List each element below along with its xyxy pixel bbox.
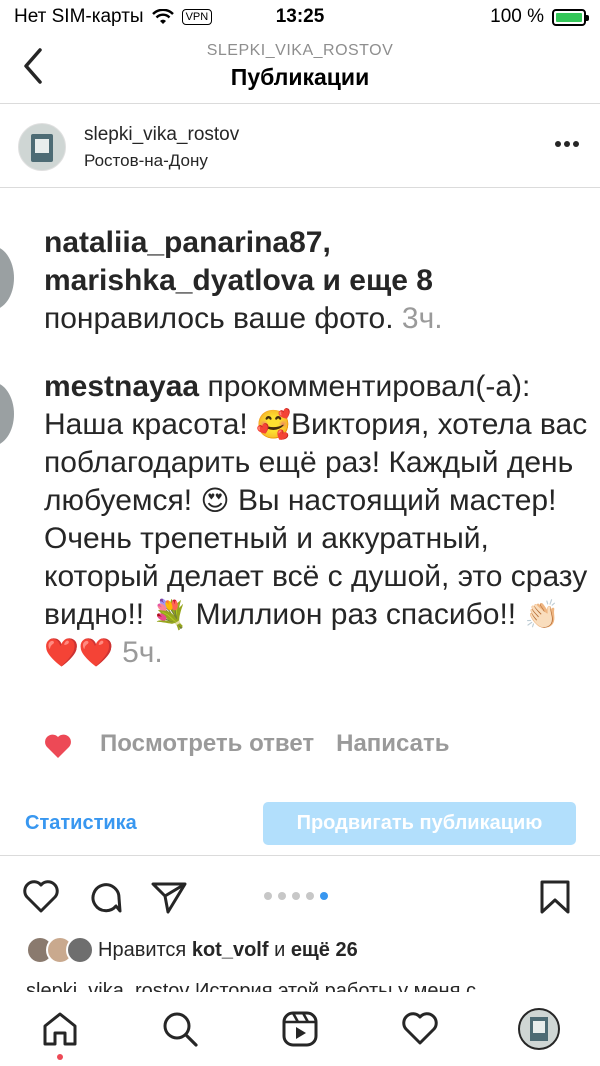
status-right: 100 % xyxy=(490,6,589,28)
tab-bar xyxy=(0,992,600,1066)
carousel-dot xyxy=(278,892,286,900)
bookmark-icon[interactable] xyxy=(536,878,574,916)
comment-text-4: Миллион раз спасибо!! xyxy=(187,598,525,631)
likes-count[interactable]: ещё 26 xyxy=(291,939,358,962)
caption-preview: slepki_vika_rostov История этой работы у… xyxy=(26,980,476,992)
view-reply-link: Посмотреть ответ xyxy=(100,730,315,757)
like-users-line1: nataliia_panarina87, xyxy=(44,226,331,259)
like-time: 3ч. xyxy=(401,302,443,335)
liker-avatar xyxy=(0,246,14,310)
carousel-dot xyxy=(264,892,272,900)
activity-heart-icon[interactable] xyxy=(401,1010,439,1048)
post-image[interactable]: nataliia_panarina87, marishka_dyatlova и… xyxy=(0,188,600,770)
likes-row[interactable]: Нравится kot_volf и ещё 26 xyxy=(26,932,358,968)
status-bar: Нет SIM-карты VPN 13:25 100 % xyxy=(0,0,600,34)
write-reply-link: Написать xyxy=(336,730,450,757)
statistics-link[interactable]: Статистика xyxy=(25,812,137,835)
liked-heart-icon xyxy=(45,734,71,758)
home-icon[interactable] xyxy=(41,1010,79,1048)
carousel-dot xyxy=(292,892,300,900)
comment-user: mestnayaa xyxy=(44,370,200,403)
comment-icon[interactable] xyxy=(86,878,124,916)
like-action-text: понравилось ваше фото. xyxy=(44,302,394,335)
like-others-count: и еще 8 xyxy=(314,264,433,297)
likes-prefix: Нравится xyxy=(98,938,187,961)
liker-avatars xyxy=(26,936,98,964)
smiling-hearts-emoji: 🥰 xyxy=(256,408,291,441)
share-icon[interactable] xyxy=(150,878,188,916)
profile-tab-avatar[interactable] xyxy=(518,1008,560,1050)
post-header: slepki_vika_rostov Ростов-на-Дону xyxy=(0,104,600,188)
post-actions xyxy=(0,868,600,926)
comment-notification: mestnayaa прокомментировал(-а): Наша кра… xyxy=(44,368,588,672)
account-name: SLEPKI_VIKA_ROSTOV xyxy=(206,42,394,59)
like-notification: nataliia_panarina87, marishka_dyatlova и… xyxy=(44,224,588,338)
bouquet-emoji: 💐 xyxy=(152,598,188,631)
comment-actions: Посмотреть ответ Написать xyxy=(100,730,450,758)
search-icon[interactable] xyxy=(161,1010,199,1048)
commenter-avatar xyxy=(0,382,14,446)
page-title: Публикации xyxy=(230,64,370,90)
promote-button[interactable]: Продвигать публикацию xyxy=(263,802,576,845)
heart-icon[interactable] xyxy=(22,878,60,916)
more-options-icon[interactable] xyxy=(554,140,580,148)
reels-icon[interactable] xyxy=(281,1010,319,1048)
nav-header: SLEPKI_VIKA_ROSTOV Публикации xyxy=(0,34,600,104)
carousel-dot-active xyxy=(320,892,328,900)
insights-row: Статистика Продвигать публикацию xyxy=(0,790,600,856)
battery-percent: 100 % xyxy=(490,6,544,27)
avatar[interactable] xyxy=(18,123,66,171)
battery-icon xyxy=(552,8,589,26)
carousel-indicator xyxy=(264,892,328,900)
heart-eyes-emoji: 😍 xyxy=(200,484,230,517)
post-username[interactable]: slepki_vika_rostov xyxy=(84,124,239,146)
like-user-2: marishka_dyatlova xyxy=(44,264,315,297)
home-active-dot xyxy=(57,1054,63,1060)
carousel-dot xyxy=(306,892,314,900)
post-location[interactable]: Ростов-на-Дону xyxy=(84,151,208,171)
likes-user[interactable]: kot_volf xyxy=(192,939,269,962)
comment-time: 5ч. xyxy=(122,636,163,669)
likes-middle: и xyxy=(274,938,286,961)
